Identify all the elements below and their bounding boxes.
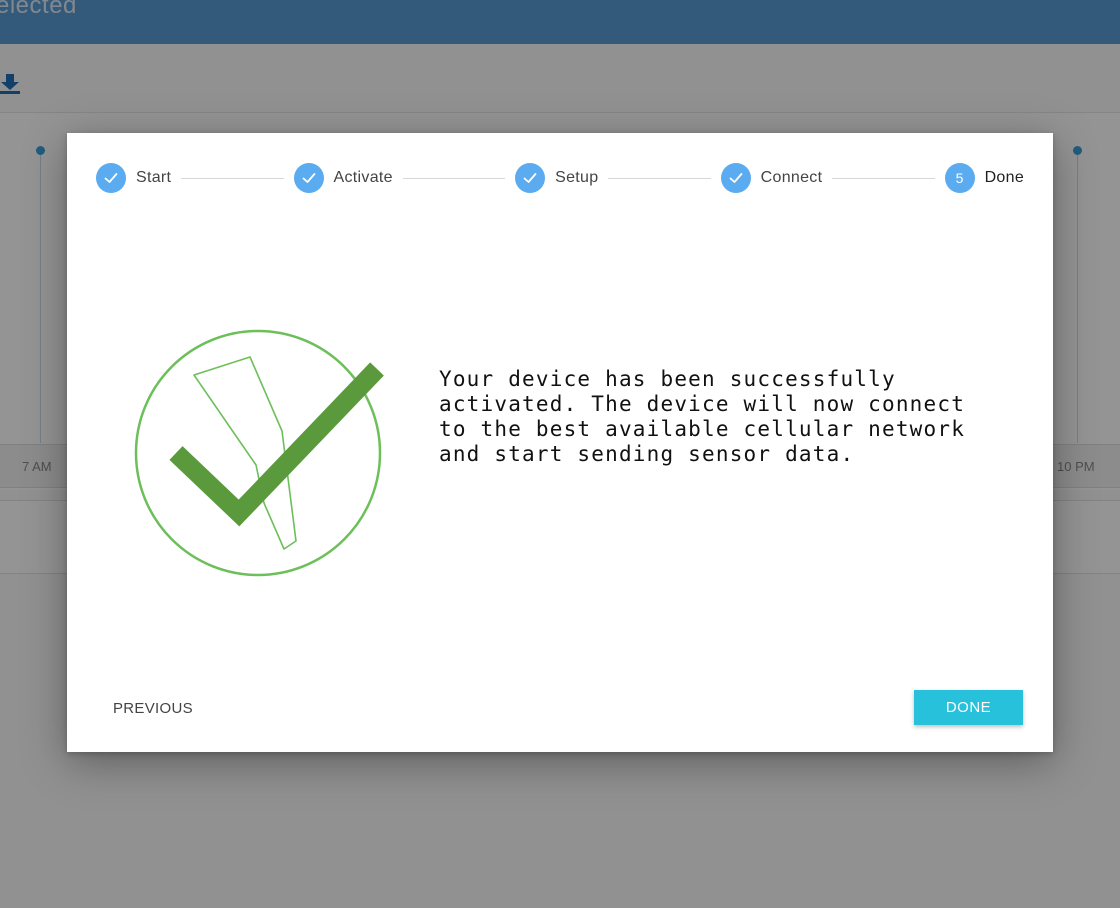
step-connector (832, 177, 935, 179)
step-label: Setup (555, 169, 599, 186)
check-icon (523, 173, 537, 183)
step-complete-indicator (720, 163, 751, 193)
sensor-probe-check-icon (134, 329, 384, 577)
previous-button[interactable]: PREVIOUS (105, 691, 201, 725)
step-start: Start (96, 163, 171, 193)
step-label: Done (984, 169, 1025, 186)
step-label: Activate (333, 169, 393, 186)
step-label: Start (136, 169, 172, 186)
stepper: Start Activate Setup Connect 5 Done (96, 162, 1024, 194)
step-complete-indicator (293, 163, 324, 193)
activation-dialog: Start Activate Setup Connect 5 Done Your… (67, 133, 1053, 752)
success-message: Your device has been successfully activa… (439, 367, 966, 466)
check-icon (729, 173, 743, 183)
done-button[interactable]: DONE (914, 690, 1023, 725)
step-label: Connect (760, 169, 823, 186)
step-done: 5 Done (944, 163, 1025, 193)
step-connect: Connect (720, 163, 823, 193)
step-complete-indicator (515, 163, 546, 193)
step-connector (181, 177, 284, 179)
step-complete-indicator (96, 163, 126, 193)
step-connector (402, 177, 506, 179)
check-icon (302, 173, 315, 183)
check-icon (104, 173, 118, 183)
step-connector (608, 177, 711, 179)
step-number-indicator: 5 (944, 163, 975, 193)
step-activate: Activate (293, 163, 393, 193)
step-setup: Setup (515, 163, 598, 193)
